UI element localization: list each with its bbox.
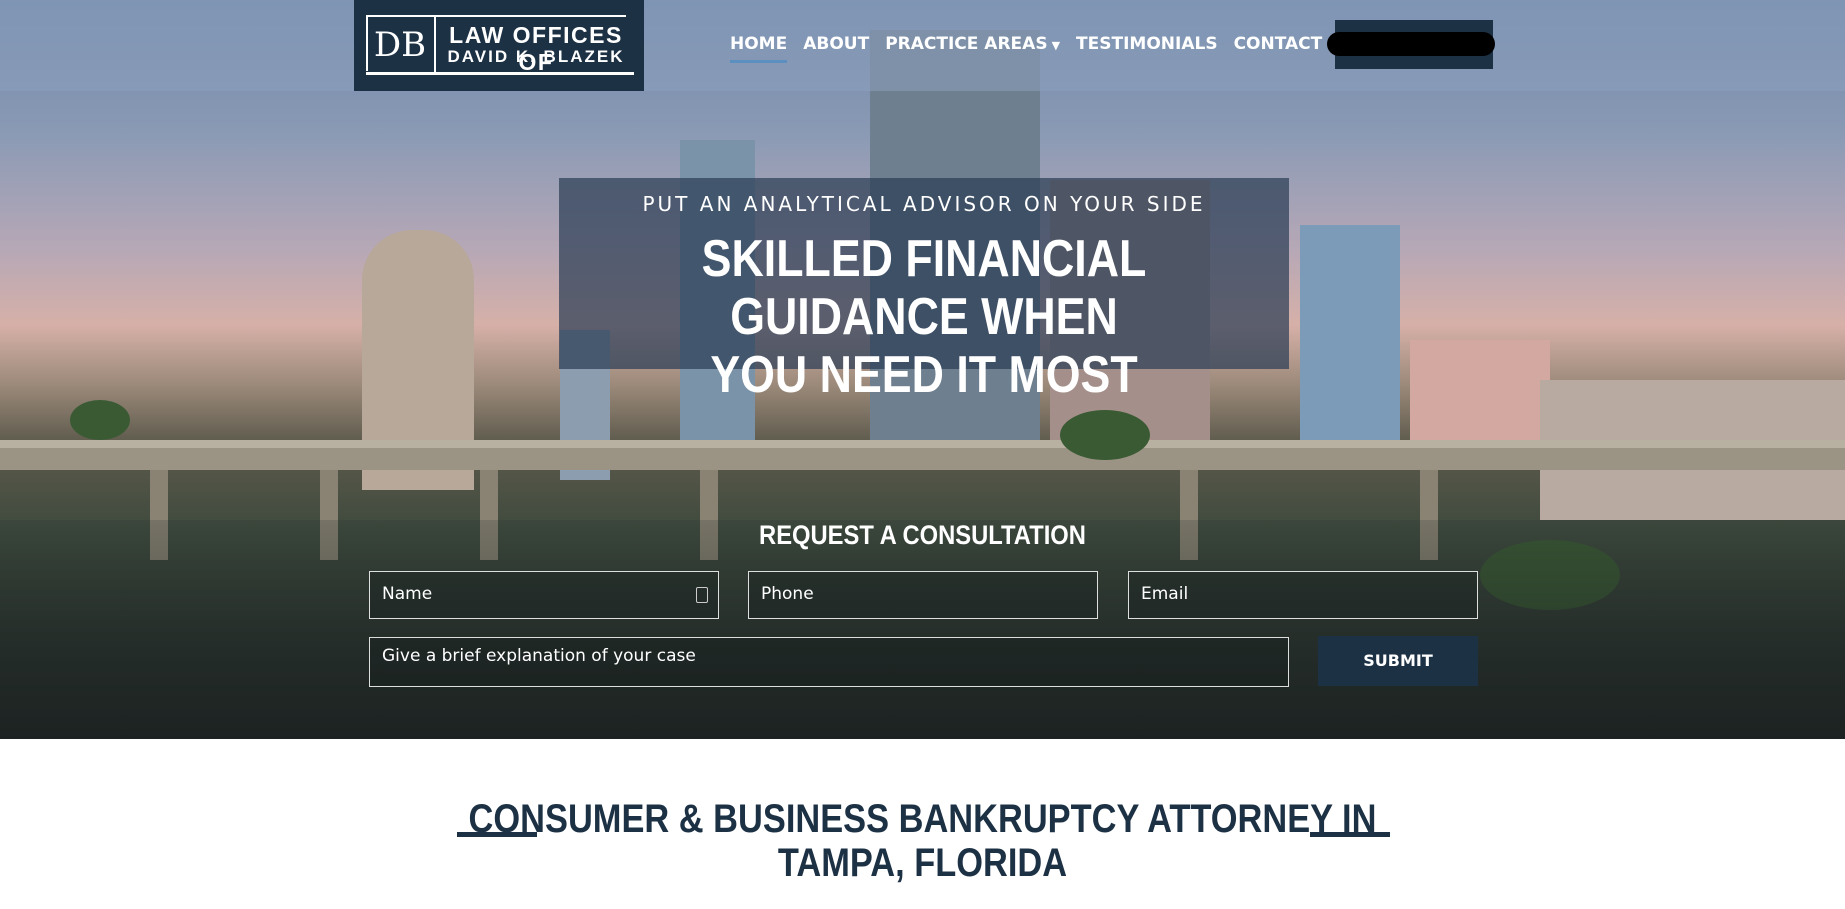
chevron-down-icon: ▼ bbox=[1051, 39, 1061, 52]
nav-about[interactable]: ABOUT bbox=[803, 34, 869, 54]
submit-button[interactable]: SUBMIT bbox=[1318, 636, 1478, 686]
nav-home[interactable]: HOME bbox=[730, 34, 788, 63]
hero-headline: SKILLED FINANCIAL GUIDANCE WHEN YOU NEED… bbox=[610, 230, 1238, 404]
nav-testimonials[interactable]: TESTIMONIALS bbox=[1076, 34, 1218, 54]
consultation-title: REQUEST A CONSULTATION bbox=[759, 520, 1086, 550]
hero-headline-line2: YOU NEED IT MOST bbox=[710, 346, 1138, 404]
nav-practice-areas-label: PRACTICE AREAS bbox=[885, 34, 1048, 54]
redacted-phone-button[interactable] bbox=[1327, 20, 1495, 69]
autofill-icon bbox=[696, 587, 708, 603]
main-nav: HOME ABOUT PRACTICE AREAS ▼ TESTIMONIALS … bbox=[730, 34, 1338, 63]
name-placeholder: Name bbox=[382, 584, 433, 604]
email-placeholder: Email bbox=[1141, 584, 1189, 604]
logo-underline bbox=[366, 72, 634, 75]
phone-placeholder: Phone bbox=[761, 584, 814, 604]
case-message-placeholder: Give a brief explanation of your case bbox=[382, 646, 696, 666]
tree bbox=[1060, 410, 1150, 460]
site-logo[interactable]: DB LAW OFFICES OF DAVID K. BLAZEK bbox=[354, 0, 644, 91]
river bbox=[0, 520, 1845, 739]
skyline-building bbox=[1410, 340, 1550, 450]
logo-line2: DAVID K. BLAZEK bbox=[447, 47, 625, 66]
nav-practice-areas[interactable]: PRACTICE AREAS ▼ bbox=[885, 34, 1060, 54]
email-input[interactable]: Email bbox=[1128, 571, 1478, 619]
hero-tagline-box: PUT AN ANALYTICAL ADVISOR ON YOUR SIDE S… bbox=[559, 178, 1289, 404]
site-header: DB LAW OFFICES OF DAVID K. BLAZEK HOME A… bbox=[0, 0, 1845, 91]
redaction-mark bbox=[1327, 32, 1495, 56]
nav-contact[interactable]: CONTACT bbox=[1234, 34, 1323, 54]
tree bbox=[70, 400, 130, 440]
logo-monogram: DB bbox=[373, 25, 427, 65]
skyline-building bbox=[1300, 225, 1400, 455]
name-input[interactable]: Name bbox=[369, 571, 719, 619]
phone-input[interactable]: Phone bbox=[748, 571, 1098, 619]
bridge-rail bbox=[0, 440, 1845, 448]
bridge-deck bbox=[0, 448, 1845, 470]
section-title-line2: TAMPA, FLORIDA bbox=[777, 841, 1068, 885]
hero-headline-line1: SKILLED FINANCIAL GUIDANCE WHEN bbox=[701, 230, 1147, 346]
section-title: CONSUMER & BUSINESS BANKRUPTCY ATTORNEY … bbox=[129, 797, 1716, 885]
hero-eyebrow: PUT AN ANALYTICAL ADVISOR ON YOUR SIDE bbox=[642, 192, 1206, 216]
section-title-line1: CONSUMER & BUSINESS BANKRUPTCY ATTORNEY … bbox=[468, 797, 1377, 841]
case-message-textarea[interactable]: Give a brief explanation of your case bbox=[369, 637, 1289, 687]
